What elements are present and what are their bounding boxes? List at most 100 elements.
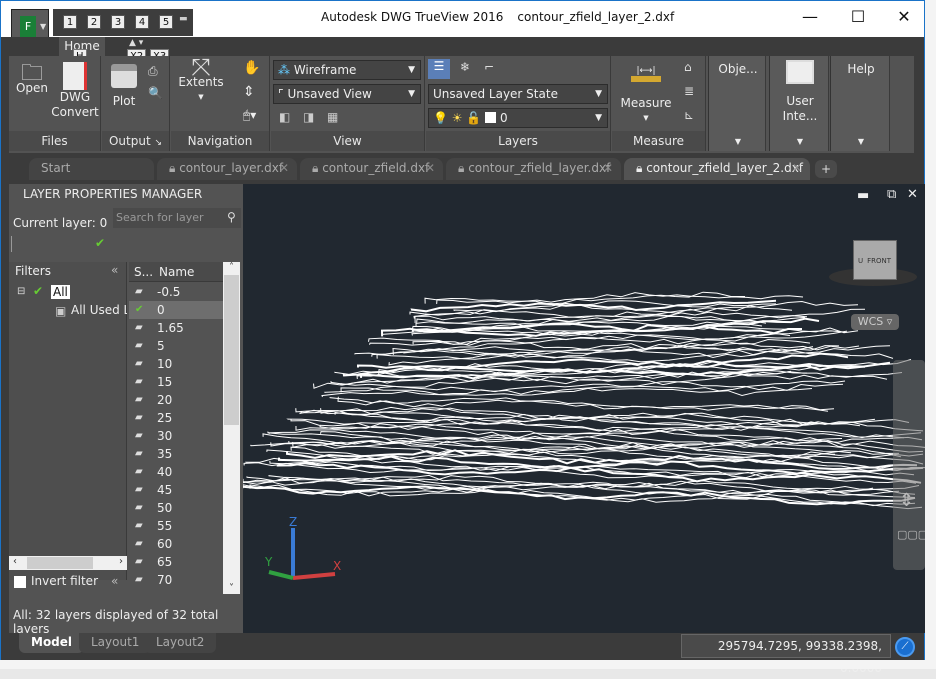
navigation-bar[interactable]: ⇕ ▢▢▢ [893,360,926,570]
layer-isolate-icon[interactable]: ⌐ [484,60,494,74]
qat-new-button[interactable]: 1 [63,15,77,29]
column-name[interactable]: Name [159,265,194,279]
layer-row[interactable]: ▰ 20 [129,391,225,409]
viewport-close-icon[interactable]: ✕ [907,187,918,202]
tab-start[interactable]: Start [29,158,154,180]
new-tab-button[interactable]: + [815,160,837,178]
maximize-button[interactable]: ☐ [835,1,881,33]
id-point-icon[interactable]: ⌂ [684,60,692,74]
layer-icon[interactable]: ▰ [135,337,149,355]
layer-row[interactable]: ▰ 70 [129,571,225,589]
plot-button[interactable]: Plot [106,64,142,109]
layer-row[interactable]: ▰ 40 [129,463,225,481]
layer-row[interactable]: ▰ 5 [129,337,225,355]
layer-row[interactable]: ▰ 15 [129,373,225,391]
column-status[interactable]: S... [134,265,153,279]
close-tab-icon[interactable]: ✕ [792,158,802,179]
layer-row[interactable]: ▰ 55 [129,517,225,535]
plot-preview-icon[interactable]: 🔍 [148,86,163,100]
qat-open-button[interactable]: 2 [87,15,101,29]
model-space-icon[interactable]: ⟋ [895,637,915,657]
current-layer-check-icon[interactable]: ✔ [135,301,149,319]
layer-freeze-icon[interactable]: ❄ [460,60,470,74]
extents-button[interactable]: ⤧ Extents ▼ [177,55,225,105]
qat-customize-icon[interactable]: ▬ [179,14,188,24]
layer-search-input[interactable]: Search for layer [113,208,241,228]
showmotion-icon[interactable]: ▢▢▢ [897,528,926,541]
layer-row[interactable]: ▰ 1.65 [129,319,225,337]
close-button[interactable]: ✕ [881,1,927,33]
scroll-down-icon[interactable]: ˅ [223,583,240,594]
qat-save-button[interactable]: 3 [111,15,125,29]
drawing-viewport[interactable]: ▬ ⧉ ✕ U FRONT WCS ▿ ⇕ ▢▢▢ Z X Y [243,184,926,633]
coordinates-readout[interactable]: 295794.7295, 99338.2398, 0.0000 [681,634,891,675]
tab-contour-layer[interactable]: 🔒︎ contour_layer.dxf ✕ [157,158,297,180]
collapse-icon[interactable]: « [111,574,118,588]
panel-objects[interactable]: Obje... ▼ [708,56,766,151]
pan-hand-icon[interactable]: ✋ [243,60,260,76]
qat-undo-button[interactable]: 5 [159,15,173,29]
tab-contour-zfield-layer[interactable]: 🔒︎ contour_zfield_layer.dxf ✕ [446,158,621,180]
layer-row[interactable]: ▰ -0.5 [129,283,225,301]
layer-icon[interactable]: ▰ [135,409,149,427]
qat-plot-button[interactable]: 4 [135,15,149,29]
layer-row[interactable]: ▰ 25 [129,409,225,427]
named-view-dropdown[interactable]: ⌜ Unsaved View ▼ [273,84,421,104]
tab-layout1[interactable]: Layout1 [79,633,152,653]
layer-icon[interactable]: ▰ [135,499,149,517]
layer-properties-icon[interactable]: ☰ [428,59,450,79]
orbit-icon[interactable]: ⇕ [899,490,914,511]
layer-icon[interactable]: ▰ [135,553,149,571]
view-manager-icon[interactable]: ▦ [327,110,338,124]
orbit-icon[interactable]: ⇕ [243,84,255,100]
layer-icon[interactable]: ▰ [135,445,149,463]
invert-filter-checkbox[interactable] [14,576,26,588]
close-tab-icon[interactable]: ✕ [279,158,289,179]
layer-icon[interactable]: ▰ [135,319,149,337]
dwg-convert-button[interactable]: DWG Convert [51,62,99,120]
layer-row[interactable]: ▰ 30 [129,427,225,445]
layer-dropdown[interactable]: 💡 ☀ 🔓 0 ▼ [428,108,608,128]
measure-button[interactable]: |⟷| Measure ▼ [618,64,674,126]
layer-row[interactable]: ✔ 0 [129,301,225,319]
layer-icon[interactable]: ▰ [135,517,149,535]
scroll-thumb[interactable] [224,275,239,425]
panel-user-interface[interactable]: User Inte... ▼ [769,56,829,151]
layer-list-scrollbar[interactable]: ˄ ˅ [223,262,240,594]
minimize-button[interactable]: — [787,1,833,33]
layer-icon[interactable]: ▰ [135,373,149,391]
batch-plot-icon[interactable]: ⎙ [148,64,158,79]
locate-point-icon[interactable]: ⊾ [684,108,694,122]
filter-all[interactable]: All [51,285,70,299]
wcs-menu[interactable]: WCS ▿ [851,314,899,330]
layer-icon[interactable]: ▰ [135,589,149,593]
ribbon-minimize-icon[interactable]: ▲ ▾ [129,38,143,48]
viewport-restore-icon[interactable]: ⧉ [887,187,896,202]
layer-row[interactable]: ▰ 65 [129,553,225,571]
box-icon[interactable]: ◧ [279,110,290,124]
layer-icon[interactable]: ▰ [135,571,149,589]
collapse-filters-icon[interactable]: « [111,263,118,277]
tab-contour-zfield[interactable]: 🔒︎ contour_zfield.dxf ✕ [300,158,443,180]
close-tab-icon[interactable]: ✕ [425,158,435,179]
layer-row[interactable]: ▰ 10 [129,355,225,373]
tab-layout2[interactable]: Layout2 [144,633,217,653]
panel-help[interactable]: Help ▼ [830,56,890,151]
layer-icon[interactable]: ▰ [135,283,149,301]
filter-all-used[interactable]: All Used La [71,303,127,317]
viewcube[interactable]: U FRONT [853,240,897,280]
layer-row[interactable]: ▰ 60 [129,535,225,553]
steering-wheel-icon[interactable]: 🖱▾ [243,108,256,123]
cube-icon[interactable]: ◨ [303,110,314,124]
list-icon[interactable]: ≣ [684,84,694,98]
filters-hscrollbar[interactable]: ‹ › [9,556,127,570]
tab-contour-zfield-layer-2[interactable]: 🔒︎ contour_zfield_layer_2.dxf ✕ [624,158,810,180]
layer-row[interactable]: ▰ 50 [129,499,225,517]
layer-icon[interactable]: ▰ [135,355,149,373]
set-current-icon[interactable]: ✔ [95,236,105,250]
tab-model[interactable]: Model [19,633,85,653]
layer-icon[interactable]: ▰ [135,391,149,409]
layer-row[interactable]: ▰ 45 [129,481,225,499]
dialog-launcher-icon[interactable]: ↘ [154,138,162,148]
visual-style-dropdown[interactable]: ⁂ Wireframe ▼ [273,60,421,80]
